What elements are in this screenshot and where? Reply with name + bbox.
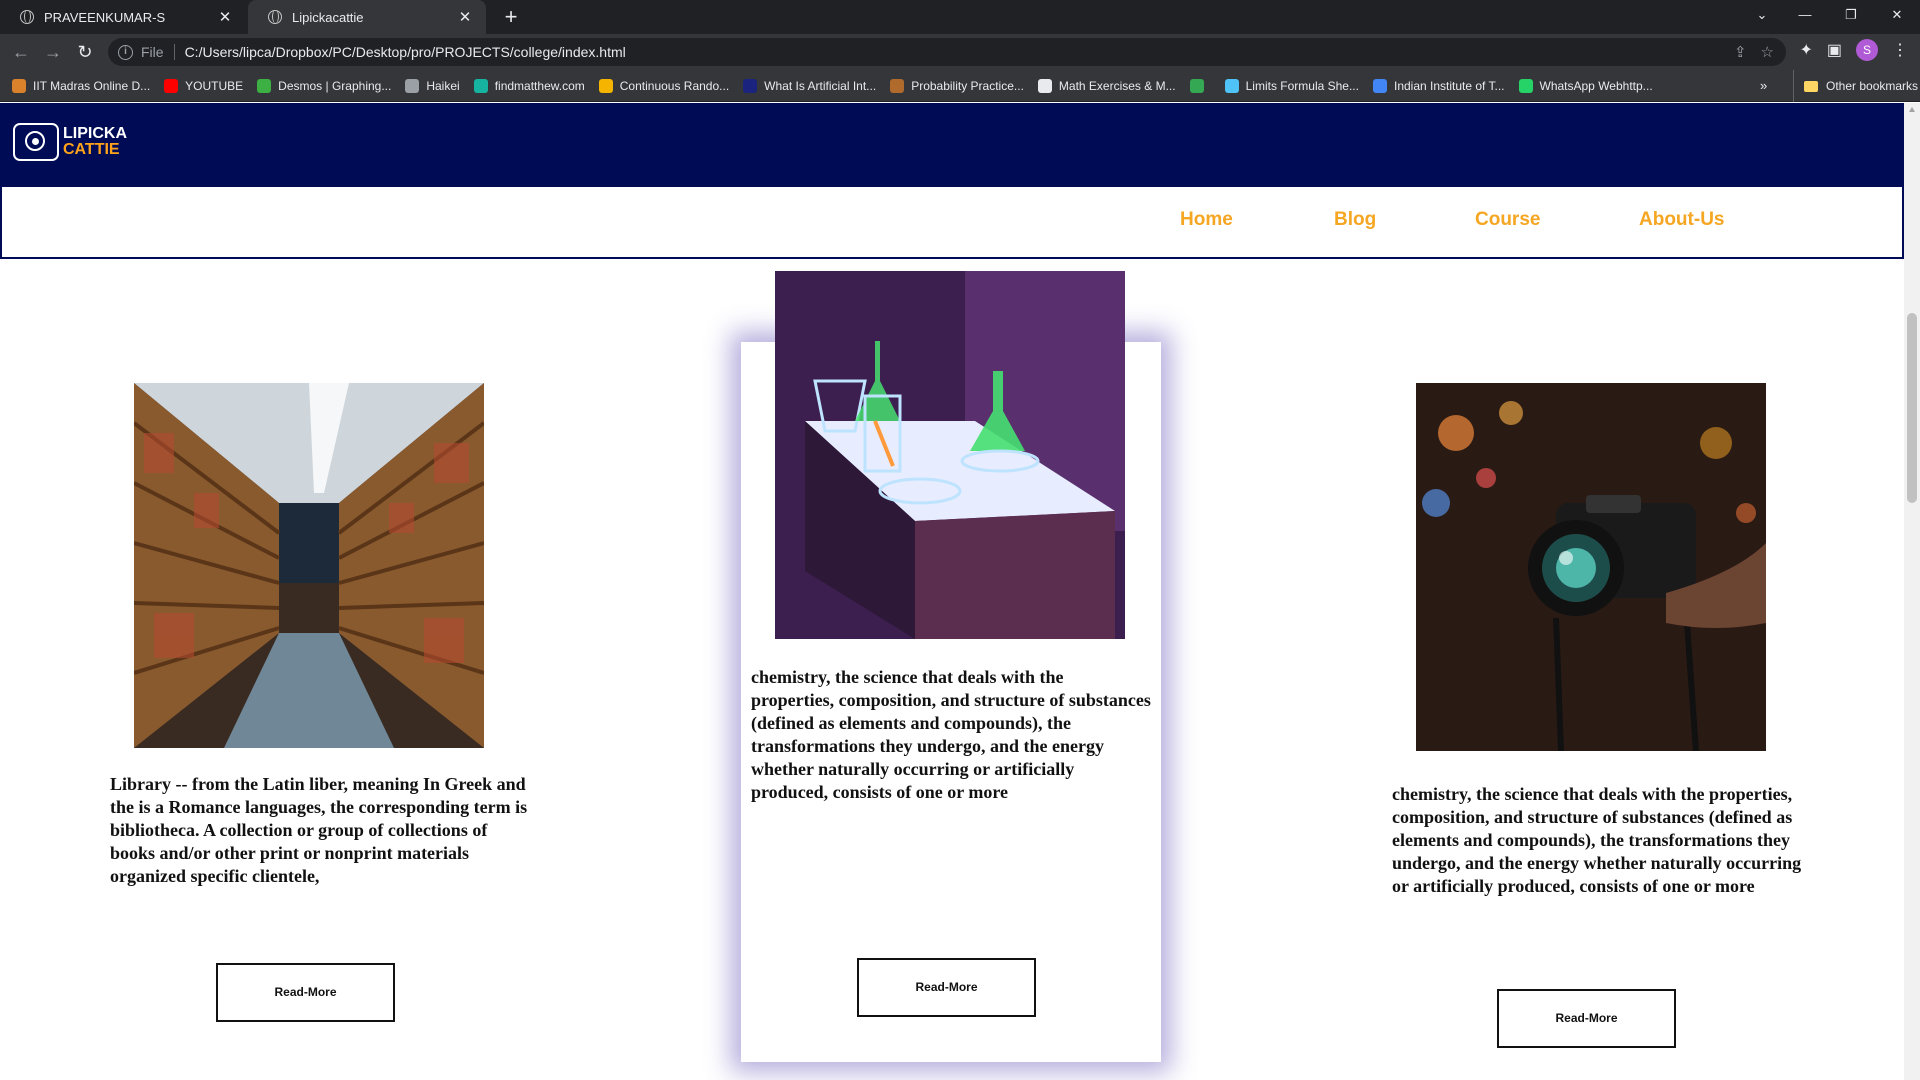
bookmark-favicon-icon	[1224, 78, 1239, 93]
browser-toolbar: ← → ↻ i File C:/Users/lipca/Dropbox/PC/D…	[0, 34, 1920, 70]
forward-icon[interactable]: →	[40, 39, 66, 65]
bookmark-item[interactable]: Continuous Rando...	[598, 78, 730, 93]
new-tab-button[interactable]: +	[498, 4, 524, 30]
bookmark-item[interactable]	[1189, 78, 1211, 93]
bookmark-favicon-icon	[743, 78, 758, 93]
bookmark-item[interactable]: findmatthew.com	[473, 78, 585, 93]
more-bookmarks-icon[interactable]: »	[1760, 78, 1767, 93]
bookmark-favicon-icon	[890, 78, 905, 93]
close-window-icon[interactable]: ✕	[1874, 0, 1920, 34]
url-text[interactable]: C:/Users/lipca/Dropbox/PC/Desktop/pro/PR…	[185, 44, 626, 60]
bookmark-label: Continuous Rando...	[619, 78, 730, 93]
reload-icon[interactable]: ↻	[72, 39, 98, 65]
close-icon[interactable]: ✕	[456, 8, 474, 26]
bookmark-item[interactable]: Probability Practice...	[890, 78, 1024, 93]
bookmarks-bar: IIT Madras Online D... YOUTUBE Desmos | …	[0, 70, 1920, 102]
folder-icon	[1804, 80, 1818, 92]
bookmark-favicon-icon	[598, 78, 613, 93]
bookmark-star-icon[interactable]: ☆	[1761, 43, 1774, 61]
side-panel-icon[interactable]: ▣	[1827, 40, 1842, 60]
tab-title: Lipickacattie	[292, 9, 364, 25]
bookmark-item[interactable]: YOUTUBE	[164, 78, 244, 93]
bookmark-item[interactable]: Desmos | Graphing...	[257, 78, 392, 93]
read-more-button[interactable]: Read-More	[1497, 989, 1676, 1048]
extensions-icon[interactable]: ✦	[1799, 40, 1812, 60]
bookmark-favicon-icon	[473, 78, 488, 93]
address-bar[interactable]: i File C:/Users/lipca/Dropbox/PC/Desktop…	[108, 38, 1786, 66]
bookmark-label: Limits Formula She...	[1245, 78, 1359, 93]
drive-icon	[1189, 78, 1204, 93]
bookmark-favicon-icon	[164, 78, 179, 93]
globe-icon	[20, 10, 34, 24]
page-scrollbar[interactable]	[1904, 103, 1920, 1080]
bookmark-label: Haikei	[426, 78, 460, 93]
divider	[173, 44, 175, 60]
back-icon[interactable]: ←	[8, 39, 34, 65]
camera-icon	[13, 123, 59, 161]
bookmark-label: Indian Institute of T...	[1393, 78, 1505, 93]
avatar[interactable]: S	[1856, 39, 1878, 61]
bookmark-label: findmatthew.com	[494, 78, 585, 93]
site-logo[interactable]: LIPICKA CATTIE	[13, 123, 127, 161]
tab-search-icon[interactable]: ⌄	[1748, 0, 1776, 30]
chemistry-lab-photo	[775, 271, 1125, 639]
card-text: Library -- from the Latin liber, meaning…	[110, 774, 528, 886]
bookmark-favicon-icon	[257, 78, 272, 93]
bookmark-item[interactable]: Haikei	[405, 78, 460, 93]
whatsapp-icon	[1518, 78, 1533, 93]
minimize-icon[interactable]: —	[1782, 0, 1828, 34]
card-text: chemistry, the science that deals with t…	[1392, 784, 1802, 896]
bookmark-label: Desmos | Graphing...	[278, 78, 392, 93]
bookmark-favicon-icon	[405, 78, 420, 93]
library-photo	[134, 383, 484, 748]
bookmark-label: Math Exercises & M...	[1058, 78, 1176, 93]
omnibox-actions: ⇪ ☆	[1734, 43, 1774, 61]
read-more-button[interactable]: Read-More	[857, 958, 1036, 1017]
site-navbar: Home Blog Course About-Us	[0, 187, 1904, 259]
bookmark-item[interactable]: What Is Artificial Int...	[743, 78, 877, 93]
page-viewport: LIPICKA CATTIE Home Blog Course About-Us	[0, 103, 1904, 1080]
bookmark-favicon-icon	[1372, 78, 1387, 93]
other-bookmarks[interactable]: Other bookmarks	[1793, 70, 1918, 102]
bookmark-favicon-icon	[12, 78, 26, 93]
bookmark-item[interactable]: Indian Institute of T...	[1372, 78, 1505, 93]
camera-photo	[1416, 383, 1766, 751]
url-scheme: File	[141, 44, 164, 60]
bookmark-label: Probability Practice...	[911, 78, 1024, 93]
bookmark-favicon-icon	[1037, 78, 1052, 93]
tab-title: PRAVEENKUMAR-S	[44, 9, 166, 25]
bookmark-label: What Is Artificial Int...	[764, 78, 877, 93]
bookmark-item[interactable]: WhatsApp Webhttp...	[1518, 78, 1653, 93]
logo-line-2: CATTIE	[63, 141, 120, 158]
close-icon[interactable]: ✕	[216, 8, 234, 26]
read-more-button[interactable]: Read-More	[216, 963, 395, 1022]
tab-lipickacattie[interactable]: Lipickacattie ✕	[248, 0, 486, 34]
logo-line-1: LIPICKA	[63, 125, 127, 142]
bookmark-label: WhatsApp Webhttp...	[1539, 78, 1653, 93]
bookmark-item[interactable]: Limits Formula She...	[1224, 78, 1359, 93]
tab-strip: PRAVEENKUMAR-S ✕ Lipickacattie ✕ + ⌄ — ❐…	[0, 0, 1920, 34]
nav-home[interactable]: Home	[1180, 209, 1233, 231]
window-controls: — ❐ ✕	[1782, 0, 1920, 34]
scroll-up-icon[interactable]	[1909, 107, 1915, 112]
nav-about-us[interactable]: About-Us	[1639, 209, 1724, 231]
bookmark-label: IIT Madras Online D...	[33, 78, 151, 93]
bookmark-label: YOUTUBE	[185, 78, 244, 93]
toolbar-actions: ✦ ▣ S ⋮	[1799, 39, 1920, 61]
bookmark-item[interactable]: Math Exercises & M...	[1037, 78, 1176, 93]
site-header: LIPICKA CATTIE	[0, 103, 1904, 187]
globe-icon	[268, 10, 282, 24]
other-bookmarks-label: Other bookmarks	[1826, 79, 1919, 93]
tab-praveenkumar[interactable]: PRAVEENKUMAR-S ✕	[0, 0, 246, 34]
nav-course[interactable]: Course	[1475, 209, 1540, 231]
card-text: chemistry, the science that deals with t…	[751, 667, 1151, 802]
menu-icon[interactable]: ⋮	[1892, 40, 1908, 60]
share-icon[interactable]: ⇪	[1734, 43, 1747, 61]
scrollbar-thumb[interactable]	[1907, 313, 1917, 503]
restore-icon[interactable]: ❐	[1828, 0, 1874, 34]
nav-blog[interactable]: Blog	[1334, 209, 1376, 231]
bookmark-item[interactable]: IIT Madras Online D...	[12, 78, 151, 93]
info-icon[interactable]: i	[118, 44, 133, 60]
